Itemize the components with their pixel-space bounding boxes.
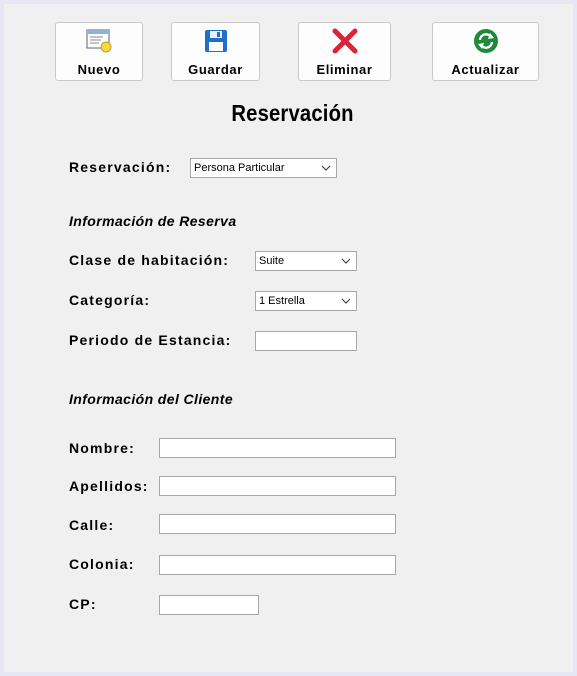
guardar-label: Guardar bbox=[188, 62, 243, 77]
reservacion-dropdown[interactable]: Persona Particular bbox=[190, 158, 337, 178]
reserva-section-heading: Información de Reserva bbox=[69, 213, 237, 229]
clase-dropdown[interactable]: Suite bbox=[255, 251, 357, 271]
floppy-disk-icon bbox=[204, 30, 227, 52]
cliente-section-heading: Información del Cliente bbox=[69, 391, 233, 407]
chevron-down-icon bbox=[341, 258, 351, 264]
calle-field[interactable] bbox=[159, 514, 396, 534]
page-title: Reservación bbox=[231, 100, 354, 126]
eliminar-label: Eliminar bbox=[316, 62, 373, 77]
main-window: Nuevo Guardar Eliminar Actualizar Reserv… bbox=[0, 0, 577, 676]
periodo-label: Periodo de Estancia: bbox=[69, 332, 232, 348]
colonia-field[interactable] bbox=[159, 555, 396, 575]
clase-label: Clase de habitación: bbox=[69, 252, 230, 268]
eliminar-button[interactable]: Eliminar bbox=[298, 22, 391, 81]
categoria-label: Categoría: bbox=[69, 292, 151, 308]
chevron-down-icon bbox=[341, 298, 351, 304]
periodo-field[interactable] bbox=[255, 331, 357, 351]
chevron-down-icon bbox=[321, 165, 331, 171]
categoria-selected: 1 Estrella bbox=[259, 295, 305, 307]
clase-selected: Suite bbox=[259, 255, 285, 267]
categoria-dropdown[interactable]: 1 Estrella bbox=[255, 291, 357, 311]
nuevo-label: Nuevo bbox=[77, 62, 121, 77]
calle-label: Calle: bbox=[69, 517, 115, 533]
refresh-icon bbox=[473, 29, 498, 53]
nombre-field[interactable] bbox=[159, 438, 396, 458]
apellidos-label: Apellidos: bbox=[69, 478, 149, 494]
red-x-icon bbox=[332, 28, 357, 54]
actualizar-button[interactable]: Actualizar bbox=[432, 22, 539, 81]
reservacion-label: Reservación: bbox=[69, 159, 172, 175]
new-document-icon bbox=[86, 29, 112, 53]
actualizar-label: Actualizar bbox=[451, 62, 520, 77]
colonia-label: Colonia: bbox=[69, 556, 135, 572]
guardar-button[interactable]: Guardar bbox=[171, 22, 260, 81]
nuevo-button[interactable]: Nuevo bbox=[55, 22, 143, 81]
apellidos-field[interactable] bbox=[159, 476, 396, 496]
nombre-label: Nombre: bbox=[69, 440, 135, 456]
reservacion-selected: Persona Particular bbox=[194, 162, 285, 174]
cp-label: CP: bbox=[69, 596, 97, 612]
cp-field[interactable] bbox=[159, 595, 259, 615]
